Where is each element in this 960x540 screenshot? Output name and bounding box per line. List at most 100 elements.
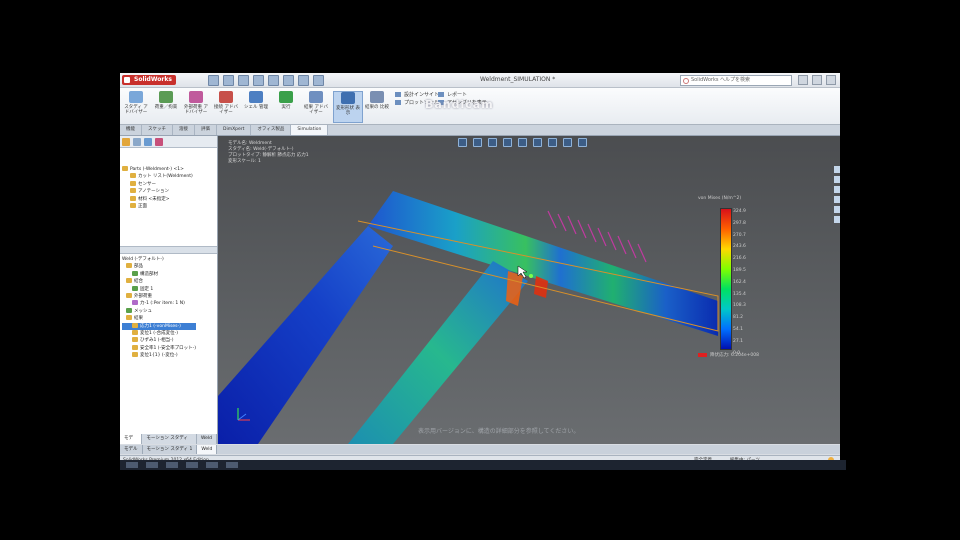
file-explorer-icon[interactable] <box>834 186 840 193</box>
open-file-icon[interactable] <box>223 75 234 86</box>
run-button[interactable]: 実行 <box>272 91 300 121</box>
tree-item[interactable]: 正面 <box>122 203 193 210</box>
study-advisor-button[interactable]: スタディ アドバイザー <box>122 91 150 121</box>
fixture-button[interactable]: 荷重／拘束 <box>152 91 180 121</box>
rebuild-icon[interactable] <box>298 75 309 86</box>
tree-item[interactable]: 変位1{1} (-変位-) <box>122 352 196 359</box>
design-library-icon[interactable] <box>834 176 840 183</box>
appearances-icon[interactable] <box>834 206 840 213</box>
minimize-icon[interactable] <box>798 75 808 85</box>
tick-label: 27.1 <box>733 338 744 344</box>
select-icon[interactable] <box>283 75 294 86</box>
graphics-viewport[interactable]: モデル名: Weldment スタディ名: Weld(-デフォルト-) プロット… <box>218 136 840 444</box>
help-search-input[interactable]: SolidWorks ヘルプを検索 <box>680 75 792 86</box>
axis-triad <box>236 406 252 424</box>
results-advisor-button[interactable]: 結果 アドバイザー <box>302 91 330 121</box>
quick-access-toolbar <box>208 75 324 86</box>
recording-watermark: Bandicam <box>425 98 494 111</box>
legend-ticks: 324.9 297.8 270.7 243.6 216.6 189.5 162.… <box>733 206 746 359</box>
deformed-result-button[interactable]: 変形形状 表示 <box>333 91 363 123</box>
tick-label: 162.4 <box>733 279 746 285</box>
tree-item[interactable]: アノテーション <box>122 188 193 195</box>
tab-model-bottom[interactable]: モデル <box>120 445 143 454</box>
tab-motion-study[interactable]: モーション スタディ 1 <box>142 434 197 451</box>
tree-item[interactable]: ひずみ1 (-相当-) <box>122 337 196 344</box>
tree-item[interactable]: 力-1 (:Per item: 1 N) <box>122 300 196 307</box>
resources-icon[interactable] <box>834 166 840 173</box>
panel-splitter[interactable] <box>120 246 217 254</box>
brace-member[interactable] <box>348 261 528 444</box>
start-icon[interactable] <box>126 462 138 468</box>
study-advisor-icon <box>129 91 143 103</box>
feature-tree-icon[interactable] <box>122 138 130 146</box>
tree-item[interactable]: 固定 1 <box>122 286 196 293</box>
display-manager-icon[interactable] <box>155 138 163 146</box>
print-icon[interactable] <box>253 75 264 86</box>
connection-button[interactable]: 接続 アドバイザー <box>212 91 240 121</box>
tree-item-selected[interactable]: 応力1 (-vonMises-) <box>122 322 197 331</box>
tab-weldments[interactable]: 溶接 <box>173 125 195 135</box>
tree-item[interactable]: 結合 <box>122 278 196 285</box>
solidworks-window: SolidWorks Weldment_SIMULATION * SolidWo… <box>120 73 840 468</box>
tab-weld-study[interactable]: Weld <box>197 434 217 444</box>
tree-item[interactable]: センサー <box>122 181 193 188</box>
undo-icon[interactable] <box>268 75 279 86</box>
tab-weld-bottom[interactable]: Weld <box>197 445 218 454</box>
taskbar-app-icon[interactable] <box>186 462 198 468</box>
top-beam-member[interactable] <box>368 191 718 336</box>
tree-item[interactable]: Parts (-Weldment-) <1> <box>122 166 193 173</box>
viewport-caption: 表示用バージョンに、構造の詳細部分を参照してください。 <box>418 428 580 435</box>
tick-label: 297.8 <box>733 220 746 226</box>
tree-item[interactable]: 部品 <box>122 263 196 270</box>
app-logo[interactable]: SolidWorks <box>122 75 176 85</box>
taskbar-app-icon[interactable] <box>206 462 218 468</box>
configuration-icon[interactable] <box>144 138 152 146</box>
tab-office[interactable]: オフィス製品 <box>251 125 292 135</box>
tab-evaluate[interactable]: 評価 <box>195 125 217 135</box>
tree-item[interactable]: メッシュ <box>122 308 196 315</box>
feature-tree: Parts (-Weldment-) <1> カット リスト(Weldment)… <box>122 166 193 210</box>
tree-item[interactable]: Weld (-デフォルト-) <box>122 256 196 263</box>
stress-hotspot <box>506 271 523 306</box>
tick-label: 243.6 <box>733 244 746 250</box>
document-title: Weldment_SIMULATION * <box>480 76 556 83</box>
save-icon[interactable] <box>238 75 249 86</box>
new-file-icon[interactable] <box>208 75 219 86</box>
task-pane-tabs <box>834 166 840 246</box>
panel-bottom-tabs: モデル モーション スタディ 1 Weld <box>120 434 217 451</box>
panel-toolbar <box>120 136 217 148</box>
shell-button[interactable]: シェル 管理 <box>242 91 270 121</box>
close-icon[interactable] <box>826 75 836 85</box>
probe-point <box>529 274 533 278</box>
tree-item[interactable]: 安全率1 (-安全率プロット-) <box>122 345 196 352</box>
tab-sketch[interactable]: スケッチ <box>142 125 173 135</box>
tree-item[interactable]: 結果 <box>122 315 196 322</box>
taskbar-app-icon[interactable] <box>166 462 178 468</box>
tab-simulation[interactable]: Simulation <box>291 125 329 135</box>
maximize-icon[interactable] <box>812 75 822 85</box>
tree-item[interactable]: 材料 <未指定> <box>122 196 193 203</box>
options-icon[interactable] <box>313 75 324 86</box>
command-tabs: 機能 スケッチ 溶接 評価 DimXpert オフィス製品 Simulation <box>120 125 840 136</box>
view-palette-icon[interactable] <box>834 196 840 203</box>
stress-plot-model <box>218 191 719 444</box>
external-load-icon <box>189 91 203 103</box>
feature-manager-panel: Parts (-Weldment-) <1> カット リスト(Weldment)… <box>120 136 218 451</box>
tab-motion-bottom[interactable]: モーション スタディ 1 <box>143 445 198 454</box>
tree-item[interactable]: 変位1 (-合成変位-) <box>122 330 196 337</box>
tree-item[interactable]: 外部荷重 <box>122 293 196 300</box>
tab-dimxpert[interactable]: DimXpert <box>217 125 252 135</box>
taskbar-app-icon[interactable] <box>226 462 238 468</box>
custom-properties-icon[interactable] <box>834 216 840 223</box>
tab-features[interactable]: 機能 <box>120 125 142 135</box>
tick-label: 189.5 <box>733 267 746 273</box>
property-manager-icon[interactable] <box>133 138 141 146</box>
taskbar-app-icon[interactable] <box>146 462 158 468</box>
compare-results-button[interactable]: 結果の 比較 <box>363 91 391 121</box>
external-load-button[interactable]: 外部荷重 アドバイザー <box>182 91 210 121</box>
tab-model[interactable]: モデル <box>120 434 143 451</box>
tree-item[interactable]: カット リスト(Weldment) <box>122 173 193 180</box>
connection-icon <box>219 91 233 103</box>
tree-item[interactable]: 構造部材 <box>122 271 196 278</box>
run-icon <box>279 91 293 103</box>
